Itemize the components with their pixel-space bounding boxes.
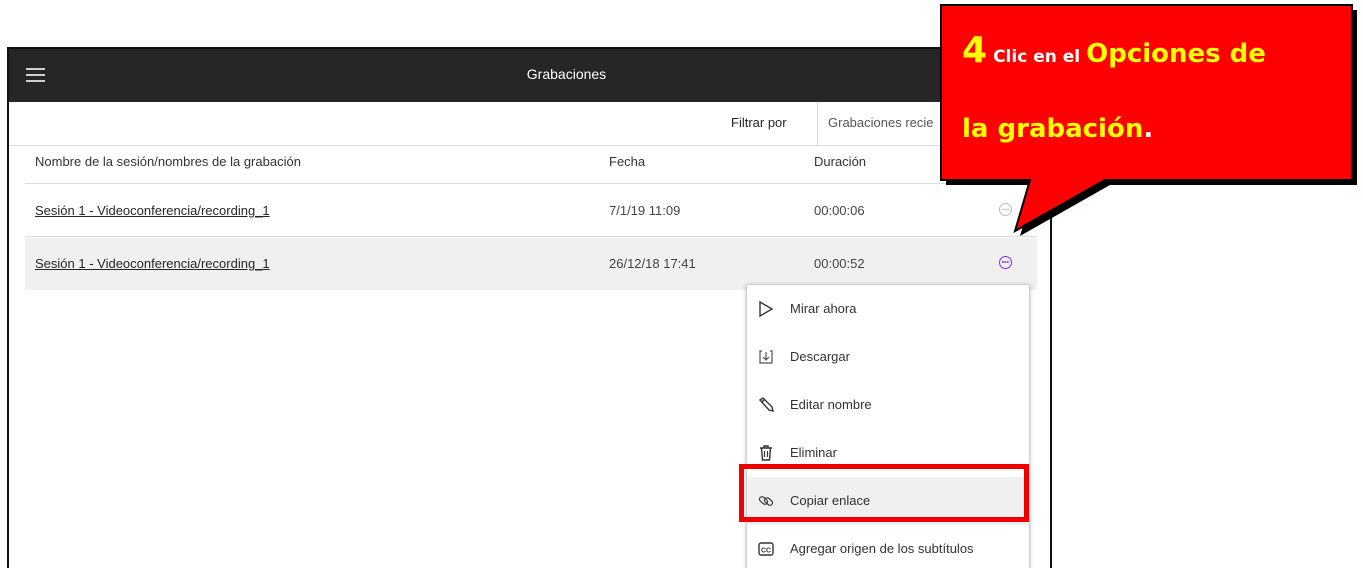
column-header-name: Nombre de la sesión/nombres de la grabac… bbox=[35, 154, 301, 169]
top-bar: Grabaciones bbox=[9, 49, 1050, 102]
callout-text-c: la grabación bbox=[962, 114, 1144, 144]
pencil-icon bbox=[758, 397, 774, 412]
callout-line: la grabación. bbox=[962, 114, 1153, 144]
recording-duration: 00:00:52 bbox=[814, 256, 865, 271]
filter-label: Filtrar por bbox=[731, 115, 787, 130]
menu-item-label: Descargar bbox=[790, 349, 850, 364]
svg-text:CC: CC bbox=[761, 548, 771, 555]
callout-text-a: Clic en el bbox=[993, 47, 1081, 67]
download-icon bbox=[759, 350, 773, 364]
column-header-duration: Duración bbox=[814, 154, 867, 169]
recording-date: 26/12/18 17:41 bbox=[609, 256, 696, 271]
menu-item-watch[interactable]: Mirar ahora bbox=[747, 285, 1029, 333]
recording-link[interactable]: Sesión 1 - Videoconferencia/recording_1 bbox=[35, 203, 270, 218]
more-options-icon[interactable] bbox=[999, 203, 1012, 216]
callout-text-b: Opciones de bbox=[1086, 39, 1266, 69]
recording-duration: 00:00:06 bbox=[814, 203, 865, 218]
callout-period: . bbox=[1143, 114, 1154, 144]
menu-item-label: Editar nombre bbox=[790, 397, 872, 412]
menu-item-rename[interactable]: Editar nombre bbox=[747, 381, 1029, 429]
menu-item-label: Mirar ahora bbox=[790, 301, 857, 316]
divider bbox=[25, 183, 1037, 184]
menu-item-download[interactable]: Descargar bbox=[747, 333, 1029, 381]
recording-date: 7/1/19 11:09 bbox=[609, 203, 681, 218]
menu-item-add-captions[interactable]: CC Agregar origen de los subtítulos bbox=[747, 525, 1029, 568]
trash-icon bbox=[760, 445, 772, 461]
filter-bar: Filtrar por Grabaciones recie bbox=[9, 102, 1050, 146]
callout-number: 4 bbox=[962, 30, 988, 71]
menu-item-label: Eliminar bbox=[790, 445, 837, 460]
options-menu: Mirar ahora Descargar Editar nombre Elim… bbox=[746, 284, 1030, 568]
cc-icon: CC bbox=[758, 542, 774, 556]
filter-select[interactable]: Grabaciones recie bbox=[828, 115, 934, 130]
play-icon bbox=[759, 300, 774, 318]
table-row: Sesión 1 - Videoconferencia/recording_1 … bbox=[25, 238, 1037, 290]
column-header-date: Fecha bbox=[609, 154, 646, 169]
page-title: Grabaciones bbox=[526, 66, 607, 82]
table-row: Sesión 1 - Videoconferencia/recording_1 … bbox=[25, 185, 1037, 237]
divider bbox=[817, 102, 818, 145]
recordings-panel: Grabaciones Filtrar por Grabaciones reci… bbox=[7, 47, 1052, 568]
recording-link[interactable]: Sesión 1 - Videoconferencia/recording_1 bbox=[35, 256, 270, 271]
highlight-box bbox=[739, 464, 1029, 522]
more-options-icon[interactable] bbox=[999, 256, 1012, 269]
menu-item-label: Agregar origen de los subtítulos bbox=[790, 541, 974, 556]
callout-line: 4 Clic en el Opciones de bbox=[962, 30, 1266, 71]
